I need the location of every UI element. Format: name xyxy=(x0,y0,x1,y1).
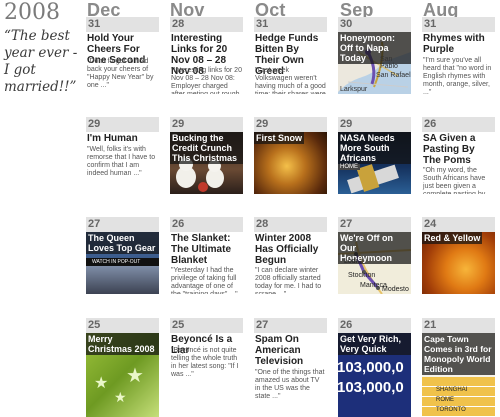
post-cell[interactable]: 26 SA Given a Pasting By The Poms "Oh my… xyxy=(422,117,495,194)
map-label: Stockton xyxy=(348,272,376,279)
day-number: 28 xyxy=(254,217,327,232)
post-excerpt: "One of the things that amazed us about … xyxy=(255,369,325,400)
post-title[interactable]: Spam On American Television xyxy=(255,334,326,367)
video-frame xyxy=(86,266,159,294)
photo-thumbnail[interactable]: Bucking the Credit Crunch This Christmas xyxy=(170,132,243,194)
home-badge: HOME xyxy=(338,164,360,170)
post-excerpt: "Don't forget to hold back your cheers o… xyxy=(87,58,154,89)
video-thumbnail[interactable]: WATCH IN POP-OUT PLAYER The Queen Loves … xyxy=(86,232,159,294)
board-city: TORONTO xyxy=(436,407,466,413)
post-excerpt: "Beyoncé is not quite telling the whole … xyxy=(171,347,239,378)
post-excerpt: "Interesting links for 20 Nov 08 – 28 No… xyxy=(171,67,242,94)
post-cell[interactable]: 29 Bucking the Credit Crunch This Christ… xyxy=(170,117,243,194)
map-label: Lodi xyxy=(344,258,358,265)
post-excerpt: "Last week Volkswagen weren't having muc… xyxy=(255,67,326,94)
thumbnail-caption: Red & Yellow xyxy=(422,232,483,244)
ornament xyxy=(198,182,208,192)
thumbnail-caption: NASA Needs More South Africans xyxy=(338,132,411,164)
big-number: 103,000,0 xyxy=(338,359,404,376)
map-label: Modesto xyxy=(382,286,409,293)
day-number: 24 xyxy=(422,217,495,232)
post-cell[interactable]: 26 The Slanket: The Ultimate Blanket "Ye… xyxy=(170,217,243,294)
post-cell[interactable]: 25 ★ ★ ★ Merry Christmas 2008 xyxy=(86,318,159,417)
photo-thumbnail[interactable]: ★ ★ ★ Merry Christmas 2008 xyxy=(86,333,159,417)
post-cell[interactable]: 29 NASA Needs More South Africans HOME xyxy=(338,117,411,194)
post-cell[interactable]: 31 Hold Your Cheers For One Second "Don'… xyxy=(86,17,159,94)
day-number: 31 xyxy=(422,17,495,32)
star-icon: ★ xyxy=(94,375,109,392)
photo-thumbnail[interactable]: First Snow xyxy=(254,132,327,194)
post-title[interactable]: I'm Human xyxy=(87,133,158,144)
post-cell[interactable]: 27 Spam On American Television "One of t… xyxy=(254,318,327,417)
photo-thumbnail[interactable]: Get Very Rich, Very Quick 103,000,0 103,… xyxy=(338,333,411,417)
thumbnail-caption: Get Very Rich, Very Quick xyxy=(338,333,411,355)
post-excerpt: "Yesterday I had the privilege of taking… xyxy=(171,267,238,294)
day-number: 26 xyxy=(170,217,243,232)
post-title[interactable]: The Slanket: The Ultimate Blanket xyxy=(171,233,242,266)
day-number: 21 xyxy=(422,318,495,333)
thumbnail-caption: The Queen Loves Top Gear xyxy=(86,232,159,254)
post-cell[interactable]: 27 We're Off on Our Honeymoon Lodi Stock… xyxy=(338,217,411,294)
day-number: 29 xyxy=(338,117,411,132)
video-bar: WATCH IN POP-OUT PLAYER xyxy=(86,258,159,273)
post-cell[interactable]: 29 First Snow xyxy=(254,117,327,194)
day-number: 25 xyxy=(86,318,159,333)
thumbnail-caption: Cape Town Comes in 3rd for Monopoly Worl… xyxy=(422,333,495,375)
photo-thumbnail[interactable]: Red & Yellow xyxy=(422,232,495,294)
thumbnail-caption: Merry Christmas 2008 xyxy=(86,333,159,355)
post-title[interactable]: Rhymes with Purple xyxy=(423,33,494,55)
day-number: 28 xyxy=(170,17,243,32)
board-city: ROME xyxy=(436,397,454,403)
board-city: SHANGHAI xyxy=(436,387,468,393)
day-number: 29 xyxy=(86,117,159,132)
post-cell[interactable]: 27 WATCH IN POP-OUT PLAYER The Queen Lov… xyxy=(86,217,159,294)
map-thumbnail[interactable]: Honeymoon: Off to Napa Today San Pablo S… xyxy=(338,32,411,94)
year-label: 2008 xyxy=(4,0,60,25)
map-thumbnail[interactable]: We're Off on Our Honeymoon Lodi Stockton… xyxy=(338,232,411,294)
post-cell[interactable]: 25 Beyoncé Is a Liar "Beyoncé is not qui… xyxy=(170,318,243,417)
star-icon: ★ xyxy=(126,365,144,387)
post-excerpt: "Oh my word, the South Africans have jus… xyxy=(423,167,486,194)
day-number: 29 xyxy=(254,117,327,132)
day-number: 31 xyxy=(86,17,159,32)
post-cell[interactable]: 30 Honeymoon: Off to Napa Today San Pabl… xyxy=(338,17,411,94)
post-cell[interactable]: 29 I'm Human "Well, folks it's with remo… xyxy=(86,117,159,194)
day-number: 27 xyxy=(254,318,327,333)
post-cell[interactable]: 28 Interesting Links for 20 Nov 08 – 28 … xyxy=(170,17,243,94)
day-number: 27 xyxy=(86,217,159,232)
day-number: 27 xyxy=(338,217,411,232)
thumbnail-caption: First Snow xyxy=(254,132,305,144)
big-number: 103,000,0 xyxy=(338,379,404,396)
star-icon: ★ xyxy=(114,389,127,405)
post-cell[interactable]: 31 Hedge Funds Bitten By Their Own Greed… xyxy=(254,17,327,94)
day-number: 26 xyxy=(422,117,495,132)
photo-thumbnail[interactable]: NASA Needs More South Africans HOME xyxy=(338,132,411,194)
post-excerpt: "I'm sure you've all heard that "no word… xyxy=(423,57,492,94)
thumbnail-caption: Bucking the Credit Crunch This Christmas xyxy=(170,132,243,164)
day-number: 29 xyxy=(170,117,243,132)
post-cell[interactable]: 31 Rhymes with Purple "I'm sure you've a… xyxy=(422,17,495,94)
post-title[interactable]: SA Given a Pasting By The Poms xyxy=(423,133,494,166)
post-title[interactable]: Winter 2008 Has Officially Begun xyxy=(255,233,326,266)
day-number: 31 xyxy=(254,17,327,32)
post-excerpt: "I can declare winter 2008 officially st… xyxy=(255,267,322,294)
map-label: San Rafael xyxy=(376,72,411,79)
post-cell[interactable]: 26 Get Very Rich, Very Quick 103,000,0 1… xyxy=(338,318,411,417)
post-cell[interactable]: 24 Red & Yellow xyxy=(422,217,495,294)
map-label: Larkspur xyxy=(340,86,368,93)
year-quote: “The best year ever - I got married!!” xyxy=(4,28,78,95)
post-cell[interactable]: 28 Winter 2008 Has Officially Begun "I c… xyxy=(254,217,327,294)
post-cell[interactable]: 21 Cape Town Comes in 3rd for Monopoly W… xyxy=(422,318,495,417)
day-number: 26 xyxy=(338,318,411,333)
photo-thumbnail[interactable]: Cape Town Comes in 3rd for Monopoly Worl… xyxy=(422,333,495,417)
day-number: 25 xyxy=(170,318,243,333)
day-number: 30 xyxy=(338,17,411,32)
map-label: San Pablo xyxy=(380,56,398,70)
post-excerpt: "Well, folks it's with remorse that I ha… xyxy=(87,146,156,177)
